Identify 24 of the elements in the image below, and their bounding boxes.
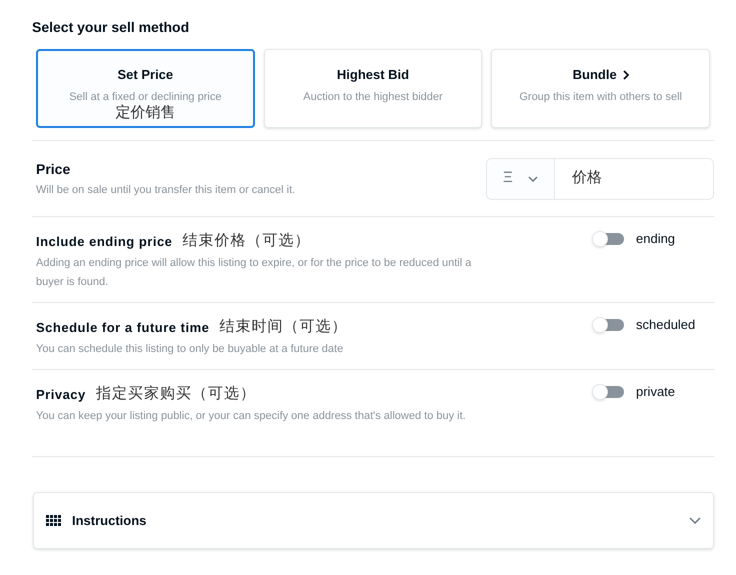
- price-description: Will be on sale until you transfer this item or cancel it.: [36, 182, 296, 198]
- option-title: Privacy: [36, 386, 86, 404]
- section-heading: Select your sell method: [32, 18, 190, 37]
- grid-icon: [46, 514, 62, 526]
- instructions-panel[interactable]: Instructions: [33, 492, 714, 549]
- option-title: Schedule for a future time: [36, 318, 210, 336]
- annotation-text: 指定买家购买（可选）: [96, 384, 256, 404]
- instructions-title: Instructions: [72, 512, 146, 530]
- toggle-switch[interactable]: [592, 384, 624, 400]
- toggle-switch[interactable]: [592, 230, 624, 247]
- toggle-label: private: [636, 383, 676, 401]
- sell-method-option[interactable]: Bundle Group this item with others to sell: [491, 49, 710, 128]
- price-title: Price: [36, 160, 72, 179]
- option-description: You can keep your listing public, or your can specify one address that's allowed to buy it.: [36, 408, 467, 424]
- toggle-label: ending: [636, 230, 676, 248]
- toggle-switch[interactable]: [592, 316, 624, 333]
- annotation-text: 结束时间（可选）: [219, 317, 348, 337]
- toggle-label: scheduled: [636, 316, 696, 334]
- option-description: You can schedule this listing to only be buyable at a future date: [36, 342, 344, 356]
- sell-method-option[interactable]: Set Price Sell at a fixed or declining price 定价销售: [36, 49, 255, 128]
- annotation-text: 结束价格（可选）: [182, 231, 310, 251]
- option-title: Include ending price: [36, 232, 172, 251]
- option-description: Adding an ending price will allow this listing to expire, or for the price to be reduced until a buyer is found.: [36, 256, 472, 290]
- sell-method-option[interactable]: Highest Bid Auction to the highest bidder: [264, 49, 482, 128]
